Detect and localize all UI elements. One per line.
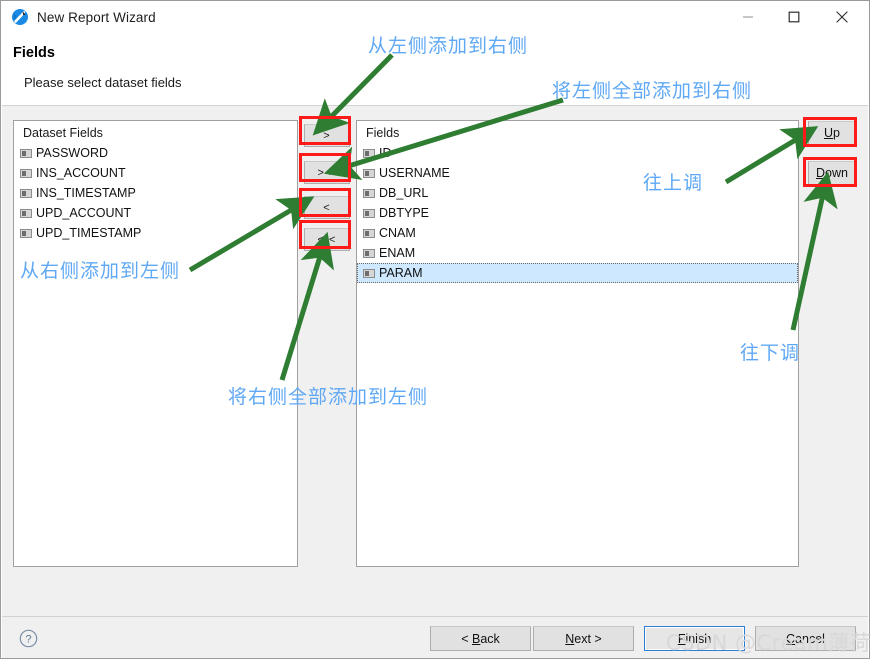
field-icon bbox=[20, 208, 32, 218]
cancel-mnemonic: C bbox=[786, 631, 796, 646]
add-field-button[interactable]: > bbox=[304, 124, 350, 147]
page-title: Fields bbox=[13, 45, 55, 61]
list-item[interactable]: USERNAME bbox=[357, 163, 798, 183]
list-item[interactable]: INS_TIMESTAMP bbox=[14, 183, 297, 203]
dataset-fields-label: Dataset Fields bbox=[23, 126, 103, 140]
field-icon bbox=[363, 228, 375, 238]
list-item-label: ENAM bbox=[379, 246, 416, 260]
field-icon bbox=[363, 208, 375, 218]
move-down-button[interactable]: Down bbox=[808, 161, 856, 185]
move-up-button[interactable]: Up bbox=[808, 121, 856, 145]
remove-all-fields-button[interactable]: < < bbox=[304, 228, 350, 251]
next-mnemonic: N bbox=[565, 631, 575, 646]
up-label-rest: p bbox=[833, 126, 840, 140]
list-item-label: DB_URL bbox=[379, 186, 429, 200]
list-item[interactable]: DB_URL bbox=[357, 183, 798, 203]
list-item[interactable]: PARAM bbox=[357, 263, 798, 283]
field-icon bbox=[363, 188, 375, 198]
up-mnemonic: U bbox=[824, 126, 834, 140]
list-item[interactable]: DBTYPE bbox=[357, 203, 798, 223]
next-button[interactable]: Next > bbox=[533, 626, 634, 651]
new-report-wizard-window: New Report Wizard Fields Please select d… bbox=[0, 0, 870, 659]
field-icon bbox=[363, 268, 375, 278]
field-icon bbox=[363, 248, 375, 258]
list-item-label: CNAM bbox=[379, 226, 416, 240]
cancel-rest: ancel bbox=[795, 631, 825, 646]
field-icon bbox=[20, 168, 32, 178]
field-icon bbox=[20, 228, 32, 238]
dataset-fields-list[interactable]: Dataset Fields PASSWORD INS_ACCOUNT INS_TI… bbox=[13, 120, 298, 567]
close-button[interactable] bbox=[819, 1, 865, 32]
selected-fields-rows: ID USERNAME DB_URL DBTYPE CNAM ENAM PARAM bbox=[357, 143, 798, 283]
list-item[interactable]: UPD_TIMESTAMP bbox=[14, 223, 297, 243]
wizard-content: Dataset Fields PASSWORD INS_ACCOUNT INS_TI… bbox=[2, 106, 868, 616]
wizard-footer: ? < Back Next > Finish Cancel bbox=[2, 616, 868, 658]
list-item[interactable]: PASSWORD bbox=[14, 143, 297, 163]
list-item-label: PARAM bbox=[379, 266, 423, 280]
list-item-label: PASSWORD bbox=[36, 146, 108, 160]
list-item-label: INS_TIMESTAMP bbox=[36, 186, 136, 200]
list-item[interactable]: INS_ACCOUNT bbox=[14, 163, 297, 183]
dataset-fields-rows: PASSWORD INS_ACCOUNT INS_TIMESTAMP UPD_ACCO… bbox=[14, 143, 297, 243]
down-mnemonic: D bbox=[816, 166, 826, 180]
svg-text:?: ? bbox=[25, 634, 31, 646]
list-item[interactable]: ID bbox=[357, 143, 798, 163]
list-item[interactable]: UPD_ACCOUNT bbox=[14, 203, 297, 223]
help-icon[interactable]: ? bbox=[19, 629, 38, 648]
field-icon bbox=[363, 168, 375, 178]
list-item-label: USERNAME bbox=[379, 166, 450, 180]
down-label-rest: own bbox=[825, 166, 848, 180]
field-icon bbox=[363, 148, 375, 158]
window-title: New Report Wizard bbox=[37, 9, 156, 25]
wizard-header: Fields Please select dataset fields bbox=[2, 33, 868, 106]
field-icon bbox=[20, 188, 32, 198]
minimize-button[interactable] bbox=[725, 1, 771, 32]
list-item-label: DBTYPE bbox=[379, 206, 430, 220]
page-subtitle: Please select dataset fields bbox=[24, 75, 182, 90]
add-all-fields-button[interactable]: > > bbox=[304, 161, 350, 184]
list-item-label: INS_ACCOUNT bbox=[36, 166, 126, 180]
list-item-label: UPD_TIMESTAMP bbox=[36, 226, 142, 240]
maximize-button[interactable] bbox=[771, 1, 817, 32]
back-rest: ack bbox=[480, 631, 500, 646]
back-button[interactable]: < Back bbox=[430, 626, 531, 651]
back-prefix: < bbox=[461, 631, 472, 646]
cancel-button[interactable]: Cancel bbox=[755, 626, 856, 651]
list-item[interactable]: CNAM bbox=[357, 223, 798, 243]
field-icon bbox=[20, 148, 32, 158]
remove-field-button[interactable]: < bbox=[304, 196, 350, 219]
list-item[interactable]: ENAM bbox=[357, 243, 798, 263]
list-item-label: UPD_ACCOUNT bbox=[36, 206, 132, 220]
finish-button[interactable]: Finish bbox=[644, 626, 745, 651]
list-item-label: ID bbox=[379, 146, 392, 160]
title-bar: New Report Wizard bbox=[1, 1, 869, 33]
report-wizard-icon bbox=[11, 8, 29, 26]
next-rest: ext > bbox=[574, 631, 602, 646]
finish-rest: inish bbox=[685, 631, 712, 646]
fields-label: Fields bbox=[366, 126, 400, 140]
selected-fields-list[interactable]: Fields ID USERNAME DB_URL DBTYPE CNAM ENAM PAR… bbox=[356, 120, 799, 567]
